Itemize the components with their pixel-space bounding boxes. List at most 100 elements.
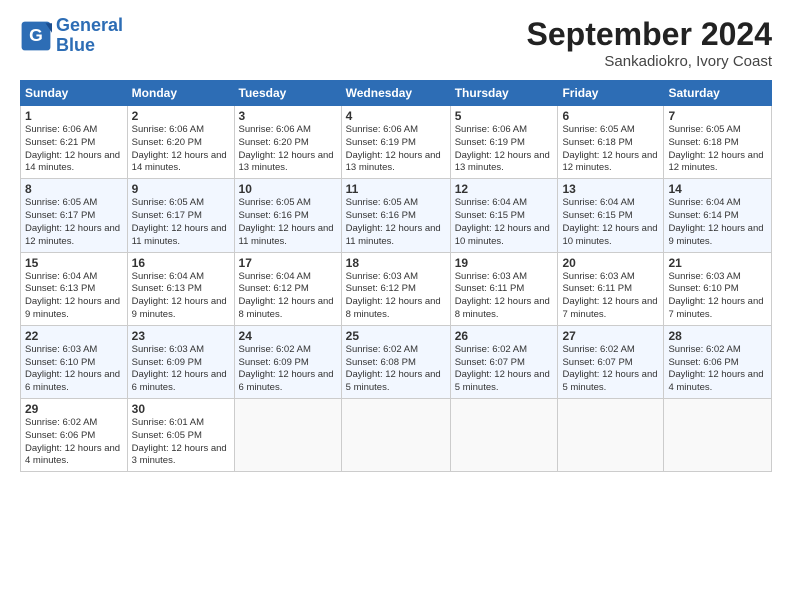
calendar-cell: 25 Sunrise: 6:02 AM Sunset: 6:08 PM Dayl…	[341, 325, 450, 398]
calendar-week-row: 15 Sunrise: 6:04 AM Sunset: 6:13 PM Dayl…	[21, 252, 772, 325]
calendar-header-cell: Friday	[558, 81, 664, 106]
calendar-cell	[234, 399, 341, 472]
calendar-cell: 6 Sunrise: 6:05 AM Sunset: 6:18 PM Dayli…	[558, 106, 664, 179]
day-info: Sunrise: 6:02 AM Sunset: 6:08 PM Dayligh…	[346, 344, 446, 395]
calendar-header-cell: Wednesday	[341, 81, 450, 106]
day-info: Sunrise: 6:05 AM Sunset: 6:17 PM Dayligh…	[25, 197, 123, 248]
day-number: 18	[346, 256, 446, 270]
calendar-cell: 21 Sunrise: 6:03 AM Sunset: 6:10 PM Dayl…	[664, 252, 772, 325]
day-number: 13	[562, 182, 659, 196]
calendar-header-cell: Sunday	[21, 81, 128, 106]
day-number: 1	[25, 109, 123, 123]
day-number: 8	[25, 182, 123, 196]
day-info: Sunrise: 6:02 AM Sunset: 6:06 PM Dayligh…	[25, 417, 123, 468]
svg-text:G: G	[29, 25, 43, 45]
day-number: 16	[132, 256, 230, 270]
logo-line2: Blue	[56, 36, 123, 56]
calendar-cell: 5 Sunrise: 6:06 AM Sunset: 6:19 PM Dayli…	[450, 106, 558, 179]
day-number: 7	[668, 109, 767, 123]
calendar-cell: 26 Sunrise: 6:02 AM Sunset: 6:07 PM Dayl…	[450, 325, 558, 398]
day-number: 21	[668, 256, 767, 270]
day-info: Sunrise: 6:05 AM Sunset: 6:18 PM Dayligh…	[668, 124, 767, 175]
calendar-cell: 8 Sunrise: 6:05 AM Sunset: 6:17 PM Dayli…	[21, 179, 128, 252]
day-info: Sunrise: 6:06 AM Sunset: 6:20 PM Dayligh…	[239, 124, 337, 175]
day-info: Sunrise: 6:06 AM Sunset: 6:21 PM Dayligh…	[25, 124, 123, 175]
calendar-week-row: 22 Sunrise: 6:03 AM Sunset: 6:10 PM Dayl…	[21, 325, 772, 398]
day-info: Sunrise: 6:02 AM Sunset: 6:06 PM Dayligh…	[668, 344, 767, 395]
day-number: 22	[25, 329, 123, 343]
calendar-cell: 18 Sunrise: 6:03 AM Sunset: 6:12 PM Dayl…	[341, 252, 450, 325]
calendar-cell: 20 Sunrise: 6:03 AM Sunset: 6:11 PM Dayl…	[558, 252, 664, 325]
day-info: Sunrise: 6:04 AM Sunset: 6:15 PM Dayligh…	[562, 197, 659, 248]
day-info: Sunrise: 6:05 AM Sunset: 6:18 PM Dayligh…	[562, 124, 659, 175]
day-info: Sunrise: 6:03 AM Sunset: 6:10 PM Dayligh…	[668, 271, 767, 322]
calendar-cell: 28 Sunrise: 6:02 AM Sunset: 6:06 PM Dayl…	[664, 325, 772, 398]
day-info: Sunrise: 6:06 AM Sunset: 6:20 PM Dayligh…	[132, 124, 230, 175]
day-number: 30	[132, 402, 230, 416]
page: G General Blue September 2024 Sankadiokr…	[0, 0, 792, 612]
calendar-cell: 9 Sunrise: 6:05 AM Sunset: 6:17 PM Dayli…	[127, 179, 234, 252]
day-number: 28	[668, 329, 767, 343]
day-info: Sunrise: 6:02 AM Sunset: 6:07 PM Dayligh…	[562, 344, 659, 395]
header: G General Blue September 2024 Sankadiokr…	[20, 16, 772, 70]
calendar-cell	[558, 399, 664, 472]
calendar-week-row: 8 Sunrise: 6:05 AM Sunset: 6:17 PM Dayli…	[21, 179, 772, 252]
day-info: Sunrise: 6:06 AM Sunset: 6:19 PM Dayligh…	[455, 124, 554, 175]
day-number: 9	[132, 182, 230, 196]
day-number: 5	[455, 109, 554, 123]
day-number: 25	[346, 329, 446, 343]
day-info: Sunrise: 6:03 AM Sunset: 6:12 PM Dayligh…	[346, 271, 446, 322]
calendar-cell: 29 Sunrise: 6:02 AM Sunset: 6:06 PM Dayl…	[21, 399, 128, 472]
day-info: Sunrise: 6:05 AM Sunset: 6:16 PM Dayligh…	[346, 197, 446, 248]
calendar-cell: 24 Sunrise: 6:02 AM Sunset: 6:09 PM Dayl…	[234, 325, 341, 398]
calendar-cell: 22 Sunrise: 6:03 AM Sunset: 6:10 PM Dayl…	[21, 325, 128, 398]
day-number: 17	[239, 256, 337, 270]
calendar-cell: 14 Sunrise: 6:04 AM Sunset: 6:14 PM Dayl…	[664, 179, 772, 252]
day-info: Sunrise: 6:05 AM Sunset: 6:17 PM Dayligh…	[132, 197, 230, 248]
day-number: 29	[25, 402, 123, 416]
day-number: 6	[562, 109, 659, 123]
day-info: Sunrise: 6:02 AM Sunset: 6:07 PM Dayligh…	[455, 344, 554, 395]
day-number: 15	[25, 256, 123, 270]
calendar-cell: 27 Sunrise: 6:02 AM Sunset: 6:07 PM Dayl…	[558, 325, 664, 398]
logo-icon: G	[20, 20, 52, 52]
calendar-header-cell: Saturday	[664, 81, 772, 106]
day-number: 19	[455, 256, 554, 270]
calendar-header-cell: Monday	[127, 81, 234, 106]
day-number: 20	[562, 256, 659, 270]
calendar-cell: 15 Sunrise: 6:04 AM Sunset: 6:13 PM Dayl…	[21, 252, 128, 325]
calendar-cell	[341, 399, 450, 472]
calendar-week-row: 1 Sunrise: 6:06 AM Sunset: 6:21 PM Dayli…	[21, 106, 772, 179]
calendar-body: 1 Sunrise: 6:06 AM Sunset: 6:21 PM Dayli…	[21, 106, 772, 472]
calendar-week-row: 29 Sunrise: 6:02 AM Sunset: 6:06 PM Dayl…	[21, 399, 772, 472]
calendar-cell: 17 Sunrise: 6:04 AM Sunset: 6:12 PM Dayl…	[234, 252, 341, 325]
calendar-cell: 7 Sunrise: 6:05 AM Sunset: 6:18 PM Dayli…	[664, 106, 772, 179]
calendar: SundayMondayTuesdayWednesdayThursdayFrid…	[20, 80, 772, 472]
calendar-cell: 13 Sunrise: 6:04 AM Sunset: 6:15 PM Dayl…	[558, 179, 664, 252]
calendar-cell: 1 Sunrise: 6:06 AM Sunset: 6:21 PM Dayli…	[21, 106, 128, 179]
day-info: Sunrise: 6:03 AM Sunset: 6:09 PM Dayligh…	[132, 344, 230, 395]
day-number: 14	[668, 182, 767, 196]
month-title: September 2024	[527, 16, 772, 53]
day-number: 12	[455, 182, 554, 196]
calendar-cell: 30 Sunrise: 6:01 AM Sunset: 6:05 PM Dayl…	[127, 399, 234, 472]
logo-line1: General	[56, 16, 123, 36]
day-number: 24	[239, 329, 337, 343]
logo: G General Blue	[20, 16, 123, 56]
day-number: 3	[239, 109, 337, 123]
calendar-cell: 3 Sunrise: 6:06 AM Sunset: 6:20 PM Dayli…	[234, 106, 341, 179]
day-info: Sunrise: 6:03 AM Sunset: 6:11 PM Dayligh…	[455, 271, 554, 322]
day-info: Sunrise: 6:01 AM Sunset: 6:05 PM Dayligh…	[132, 417, 230, 468]
logo-text: General Blue	[56, 16, 123, 56]
calendar-cell	[450, 399, 558, 472]
calendar-cell: 4 Sunrise: 6:06 AM Sunset: 6:19 PM Dayli…	[341, 106, 450, 179]
calendar-header-cell: Thursday	[450, 81, 558, 106]
day-info: Sunrise: 6:04 AM Sunset: 6:15 PM Dayligh…	[455, 197, 554, 248]
day-info: Sunrise: 6:03 AM Sunset: 6:10 PM Dayligh…	[25, 344, 123, 395]
day-number: 10	[239, 182, 337, 196]
day-number: 2	[132, 109, 230, 123]
day-info: Sunrise: 6:02 AM Sunset: 6:09 PM Dayligh…	[239, 344, 337, 395]
calendar-cell: 10 Sunrise: 6:05 AM Sunset: 6:16 PM Dayl…	[234, 179, 341, 252]
day-number: 4	[346, 109, 446, 123]
calendar-header-cell: Tuesday	[234, 81, 341, 106]
